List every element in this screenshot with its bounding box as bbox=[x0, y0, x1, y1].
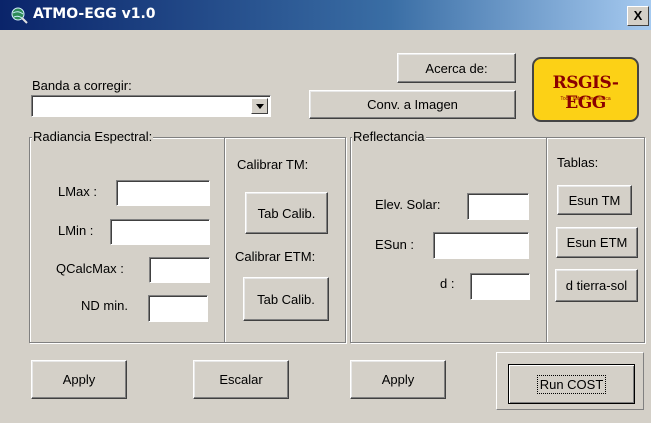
app-window: ATMO-EGG v1.0 X Banda a corregir: Acerca… bbox=[0, 0, 651, 423]
qcalcmax-label: QCalcMax : bbox=[56, 261, 124, 276]
convert-image-button[interactable]: Conv. a Imagen bbox=[309, 90, 516, 119]
d-label: d : bbox=[440, 276, 455, 291]
esun-etm-button[interactable]: Esun ETM bbox=[556, 227, 638, 258]
esun-input[interactable] bbox=[433, 232, 529, 259]
lmax-label: LMax : bbox=[58, 184, 98, 199]
ndmin-input[interactable] bbox=[148, 295, 208, 322]
reflectance-separator bbox=[546, 138, 548, 342]
radiance-group-title: Radiancia Espectral: bbox=[32, 129, 154, 144]
tables-label: Tablas: bbox=[557, 155, 599, 170]
escalar-button[interactable]: Escalar bbox=[193, 360, 289, 399]
esun-label: ESun : bbox=[375, 237, 415, 252]
radiance-separator bbox=[224, 138, 226, 342]
d-tierra-sol-button[interactable]: d tierra-sol bbox=[555, 269, 638, 302]
close-button[interactable]: X bbox=[627, 6, 649, 26]
tab-calib-etm-button[interactable]: Tab Calib. bbox=[243, 277, 329, 321]
lmax-input[interactable] bbox=[116, 180, 210, 206]
globe-icon bbox=[11, 7, 28, 24]
logo-subtext: Todo sobre Geomatica bbox=[560, 96, 611, 102]
elev-solar-label: Elev. Solar: bbox=[375, 197, 441, 212]
d-input[interactable] bbox=[470, 273, 530, 300]
qcalcmax-input[interactable] bbox=[149, 257, 210, 283]
band-select[interactable] bbox=[31, 95, 271, 117]
apply-reflectance-button[interactable]: Apply bbox=[350, 360, 446, 399]
window-title: ATMO-EGG v1.0 bbox=[33, 6, 156, 22]
run-cost-button[interactable]: Run COST bbox=[508, 364, 635, 404]
calib-etm-label: Calibrar ETM: bbox=[235, 249, 316, 264]
tab-calib-tm-button[interactable]: Tab Calib. bbox=[245, 192, 328, 234]
ndmin-label: ND min. bbox=[81, 298, 128, 313]
rsgis-egg-logo: RSGIS-EGG Todo sobre Geomatica bbox=[532, 57, 639, 122]
run-cost-label: Run COST bbox=[536, 374, 607, 394]
lmin-input[interactable] bbox=[110, 219, 210, 245]
apply-radiance-button[interactable]: Apply bbox=[31, 360, 127, 399]
esun-tm-button[interactable]: Esun TM bbox=[557, 185, 632, 215]
band-label: Banda a corregir: bbox=[32, 78, 132, 93]
about-button[interactable]: Acerca de: bbox=[397, 53, 516, 83]
calib-tm-label: Calibrar TM: bbox=[237, 157, 309, 172]
chevron-down-icon[interactable] bbox=[251, 98, 268, 114]
reflectance-group-title: Reflectancia bbox=[352, 129, 426, 144]
logo-text: RSGIS-EGG bbox=[552, 73, 619, 113]
title-bar[interactable]: ATMO-EGG v1.0 X bbox=[0, 0, 651, 30]
lmin-label: LMin : bbox=[58, 223, 94, 238]
elev-solar-input[interactable] bbox=[467, 193, 529, 220]
